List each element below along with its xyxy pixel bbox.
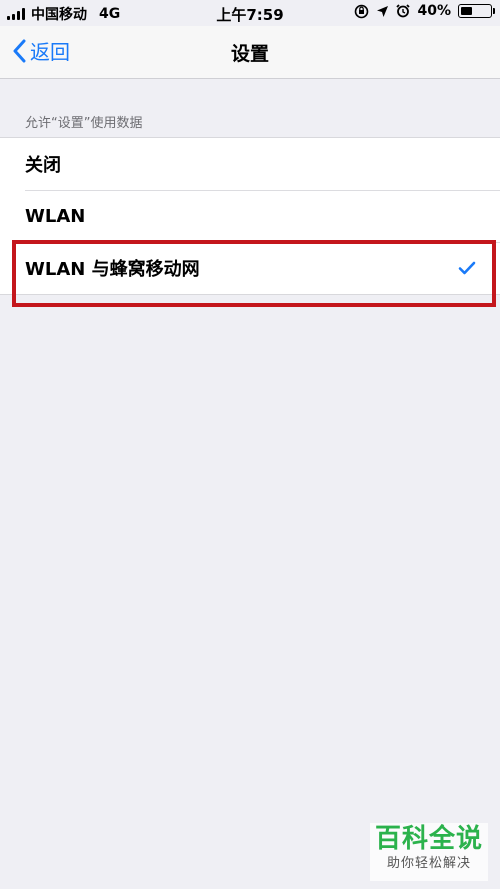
alarm-icon <box>396 4 411 18</box>
watermark-subtitle: 助你轻松解决 <box>386 856 471 871</box>
battery-percent: 40% <box>417 3 451 19</box>
option-label: 关闭 <box>25 155 61 176</box>
battery-icon <box>458 4 495 18</box>
option-label: WLAN 与蜂窝移动网 <box>25 259 200 280</box>
checkmark-icon <box>458 261 476 275</box>
option-wlan[interactable]: WLAN <box>0 190 500 242</box>
option-off[interactable]: 关闭 <box>0 138 500 190</box>
location-icon <box>377 5 389 17</box>
screen: 中国移动 4G 上午7:59 40% 返回 设置 允许“设置”使用数据 关闭 W… <box>0 0 500 889</box>
section-header: 允许“设置”使用数据 <box>25 116 143 131</box>
orientation-lock-icon <box>355 4 369 18</box>
data-access-options: 关闭 WLAN WLAN 与蜂窝移动网 <box>0 137 500 295</box>
navigation-bar: 返回 设置 <box>0 26 500 79</box>
status-bar: 中国移动 4G 上午7:59 40% <box>0 0 500 26</box>
page-title: 设置 <box>230 43 269 65</box>
status-right: 40% <box>354 3 495 19</box>
option-label: WLAN <box>25 205 86 227</box>
battery-fill <box>461 7 472 15</box>
watermark-title: 百科全说 <box>374 824 483 854</box>
watermark-logo: 百科全说 助你轻松解决 <box>370 823 488 881</box>
option-wlan-cellular[interactable]: WLAN 与蜂窝移动网 <box>0 242 500 294</box>
